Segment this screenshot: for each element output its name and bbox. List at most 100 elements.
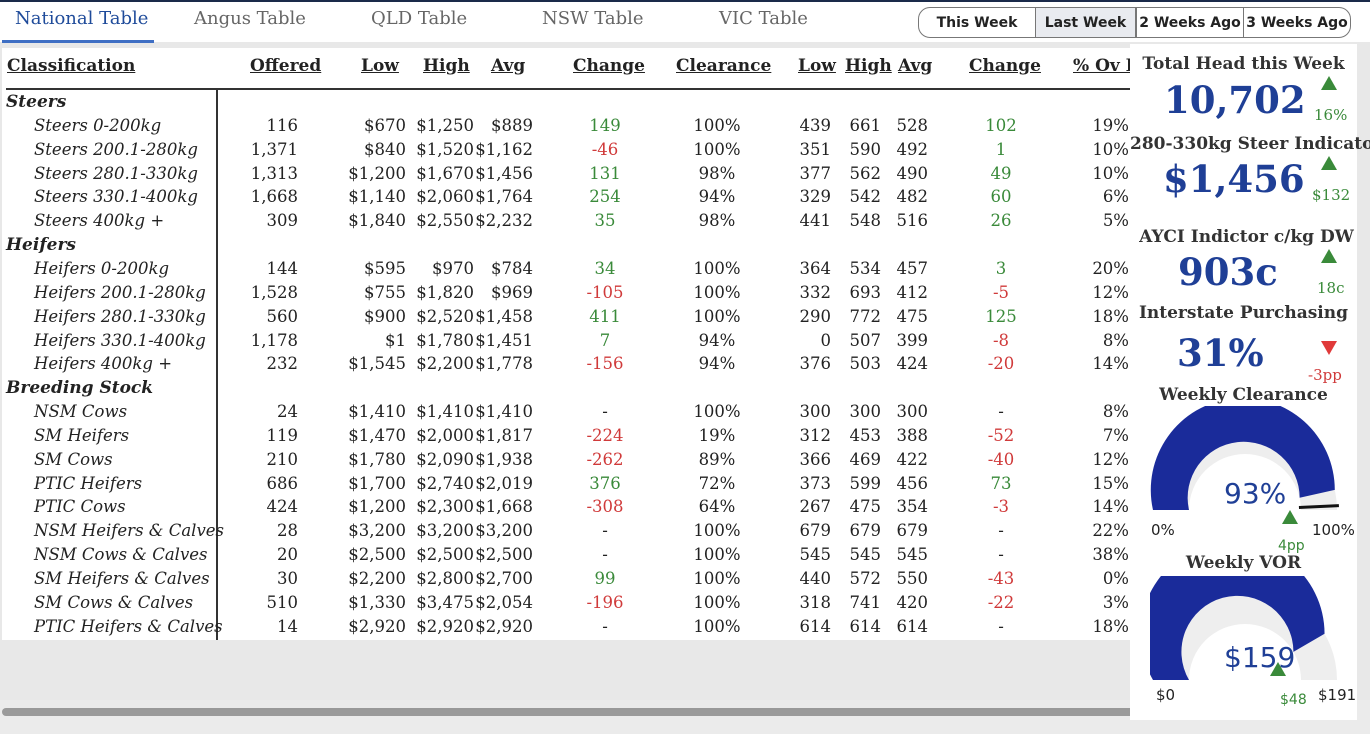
cell-low2: 329 (799, 187, 832, 207)
cell-high2: 572 (849, 569, 882, 588)
tab-nsw-table[interactable]: NSW Table (542, 8, 644, 29)
table-row[interactable]: Steers 200.1-280kg 1,371 $840 $1,520 $1,162 -… (2, 140, 1130, 164)
cell-change2: -52 (987, 425, 1015, 445)
triangle-up-icon (1321, 156, 1337, 170)
cell-avg2: 545 (896, 545, 929, 565)
table-row[interactable]: Heifers 0-200kg 144 $595 $970 $784 34 100% 364 5… (2, 259, 1130, 283)
row-label: PTIC Heifers (34, 473, 143, 493)
cell-low: $1,840 (348, 211, 406, 231)
cell-low2: 366 (799, 449, 832, 469)
header-classification[interactable]: Classification (7, 56, 135, 76)
table-row[interactable]: NSM Cows 24 $1,410 $1,410 $1,410-100% 300 300 3… (2, 402, 1130, 426)
cell-low: $595 (364, 258, 406, 278)
header-low[interactable]: Low (361, 56, 399, 76)
cell-avg: $1,938 (475, 449, 533, 469)
ayci-value: 903c (1178, 250, 1278, 294)
tab-vic-table[interactable]: VIC Table (719, 8, 808, 29)
national-table: Classification Offered Low High Avg Chan… (2, 48, 1130, 640)
ayci-title: AYCI Indictor c/kg DW (1139, 227, 1354, 247)
cell-low2: 312 (799, 425, 832, 445)
cell-change2: - (998, 521, 1004, 541)
cell-clearance: 94% (698, 354, 736, 374)
cell-high2: 469 (849, 449, 882, 469)
row-label: SM Cows (34, 449, 113, 469)
row-label: PTIC Heifers & Calves (34, 616, 223, 636)
tab-national-table[interactable]: National Table (15, 8, 148, 29)
interstate-delta: -3pp (1308, 366, 1342, 384)
cell-clearance: 94% (698, 330, 736, 350)
header-high-ckg[interactable]: High (845, 56, 892, 76)
cell-low: $1,330 (348, 592, 406, 612)
clearance-gauge-max: 100% (1312, 521, 1355, 539)
three-weeks-ago-button[interactable]: 3 Weeks Ago (1243, 7, 1351, 38)
table-row[interactable]: SM Cows 210 $1,780 $2,090 $1,938 -262 89% 366 46… (2, 450, 1130, 474)
cell-avg: $1,451 (475, 330, 533, 350)
table-row[interactable]: Heifers 200.1-280kg 1,528 $755 $1,820 $969 -1… (2, 283, 1130, 307)
cell-offered: 144 (266, 258, 299, 278)
cell-low2: 364 (799, 258, 832, 278)
cell-change: 99 (594, 569, 616, 588)
table-row[interactable]: Heifers 400kg + 232 $1,545 $2,200 $1,778 -156… (2, 354, 1130, 378)
cell-change: -105 (586, 282, 624, 302)
table-row[interactable]: PTIC Cows 424 $1,200 $2,300 $1,668 -308 64% 267… (2, 497, 1130, 521)
cell-high: $2,920 (416, 616, 474, 636)
table-row[interactable]: PTIC Heifers & Calves 14 $2,920 $2,920 $2,92… (2, 617, 1130, 640)
cell-low2: 373 (799, 473, 832, 493)
header-offered[interactable]: Offered (250, 56, 321, 76)
gauge-target-marker (1298, 504, 1339, 509)
cell-pct: 18% (1092, 306, 1129, 326)
cell-change2: -40 (987, 449, 1015, 469)
cell-change: 411 (589, 306, 621, 326)
last-week-button[interactable]: Last Week (1035, 7, 1136, 38)
table-row[interactable]: SM Heifers 119 $1,470 $2,000 $1,817 -224 19% 31… (2, 426, 1130, 450)
tab-angus-table[interactable]: Angus Table (194, 8, 306, 29)
header-change-ckg[interactable]: Change (969, 56, 1041, 76)
header-high[interactable]: High (423, 56, 470, 76)
row-label: SM Heifers & Calves (34, 569, 210, 588)
cell-avg2: 300 (896, 402, 929, 422)
two-weeks-ago-button[interactable]: 2 Weeks Ago (1136, 7, 1244, 38)
cell-low: $2,500 (348, 545, 406, 565)
header-avg[interactable]: Avg (491, 56, 525, 76)
table-row[interactable]: Steers 400kg + 309 $1,840 $2,550 $2,232 35 98%… (2, 211, 1130, 235)
tab-qld-table[interactable]: QLD Table (371, 8, 467, 29)
this-week-button[interactable]: This Week (918, 7, 1036, 38)
table-row[interactable]: Steers 330.1-400kg 1,668 $1,140 $2,060 $1,76… (2, 187, 1130, 211)
cell-change: - (602, 616, 608, 636)
cell-change2: 49 (990, 163, 1012, 183)
table-row[interactable]: Heifers 280.1-330kg 560 $900 $2,520 $1,458 41… (2, 307, 1130, 331)
cell-change: - (602, 402, 608, 422)
table-row[interactable]: SM Cows & Calves 510 $1,330 $3,475 $2,054 -19… (2, 593, 1130, 617)
table-row[interactable]: Steers 280.1-330kg 1,313 $1,200 $1,670 $1,45… (2, 164, 1130, 188)
table-row[interactable]: Heifers 330.1-400kg 1,178 $1 $1,780 $1,451 7 9… (2, 331, 1130, 355)
cell-high: $970 (432, 258, 474, 278)
row-label: NSM Cows & Calves (34, 545, 208, 565)
cell-pct: 22% (1092, 521, 1129, 541)
cell-low: $670 (364, 115, 406, 135)
cell-high: $3,475 (416, 592, 474, 612)
cell-low2: 332 (799, 282, 832, 302)
table-row[interactable]: Steers 0-200kg 116 $670 $1,250 $889 149 100% 43… (2, 116, 1130, 140)
header-low-ckg[interactable]: Low (798, 56, 836, 76)
group-title: Steers (6, 92, 67, 112)
header-change[interactable]: Change (573, 56, 645, 76)
table-row[interactable]: SM Heifers & Calves 30 $2,200 $2,800 $2,700 9… (2, 569, 1130, 593)
table-row[interactable]: PTIC Heifers 686 $1,700 $2,740 $2,019 376 72% 3… (2, 474, 1130, 498)
cell-clearance: 100% (693, 569, 741, 588)
cell-change: -156 (586, 354, 624, 374)
cell-change: 149 (589, 115, 621, 135)
group-title: Heifers (6, 235, 76, 256)
cell-low2: 377 (799, 163, 832, 183)
cell-low: $900 (364, 306, 406, 326)
header-pct-over[interactable]: % Ov I (1073, 56, 1130, 76)
table-row[interactable]: NSM Heifers & Calves 28 $3,200 $3,200 $3,200… (2, 521, 1130, 545)
header-avg-ckg[interactable]: Avg (898, 56, 932, 76)
cell-low: $1,200 (348, 163, 406, 183)
header-clearance[interactable]: Clearance (676, 56, 771, 76)
cell-low2: 440 (799, 569, 832, 588)
cell-avg2: 388 (896, 425, 929, 445)
cell-offered: 28 (277, 521, 298, 541)
table-row[interactable]: NSM Cows & Calves 20 $2,500 $2,500 $2,500-10… (2, 545, 1130, 569)
row-label: Heifers 280.1-330kg (34, 306, 206, 326)
cell-pct: 14% (1092, 497, 1129, 517)
